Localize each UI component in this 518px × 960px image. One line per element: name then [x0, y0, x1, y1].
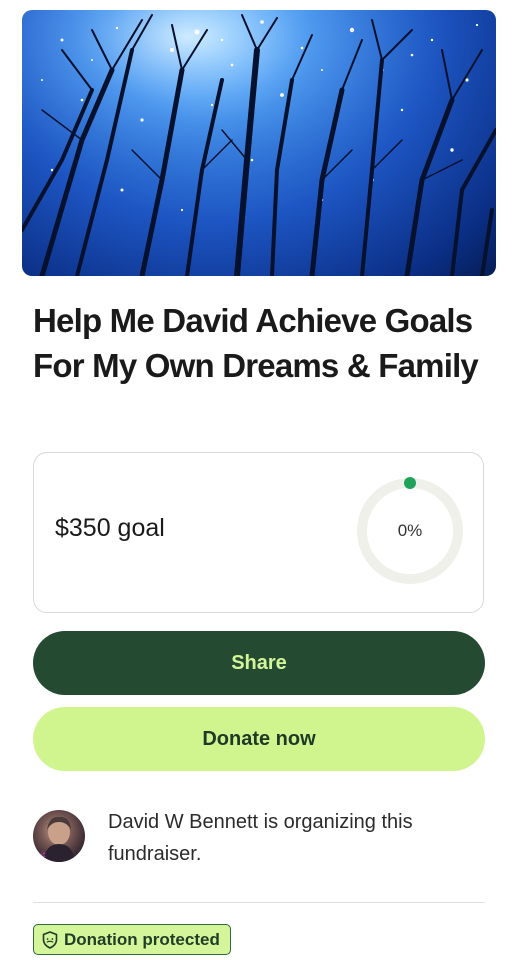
campaign-title: Help Me David Achieve Goals For My Own D…	[33, 302, 479, 384]
progress-percent: 0%	[397, 521, 423, 540]
campaign-cover-image	[22, 10, 496, 276]
svg-text:jt: jt	[40, 851, 46, 859]
organizer-section: jt David W Bennett is organizing this fu…	[33, 806, 485, 876]
goal-progress-card: $350 goal 0%	[33, 452, 484, 613]
organizer-text: David W Bennett is organizing this fundr…	[108, 811, 413, 865]
badge-label: Donation protected	[64, 929, 220, 949]
shield-icon	[42, 930, 58, 949]
organizer-avatar[interactable]: jt	[33, 810, 85, 862]
goal-amount: $350 goal	[55, 514, 165, 542]
donation-protected-badge[interactable]: Donation protected	[33, 924, 231, 955]
donate-now-button[interactable]: Donate now	[33, 707, 485, 771]
section-divider	[33, 902, 485, 903]
share-button[interactable]: Share	[33, 631, 485, 695]
